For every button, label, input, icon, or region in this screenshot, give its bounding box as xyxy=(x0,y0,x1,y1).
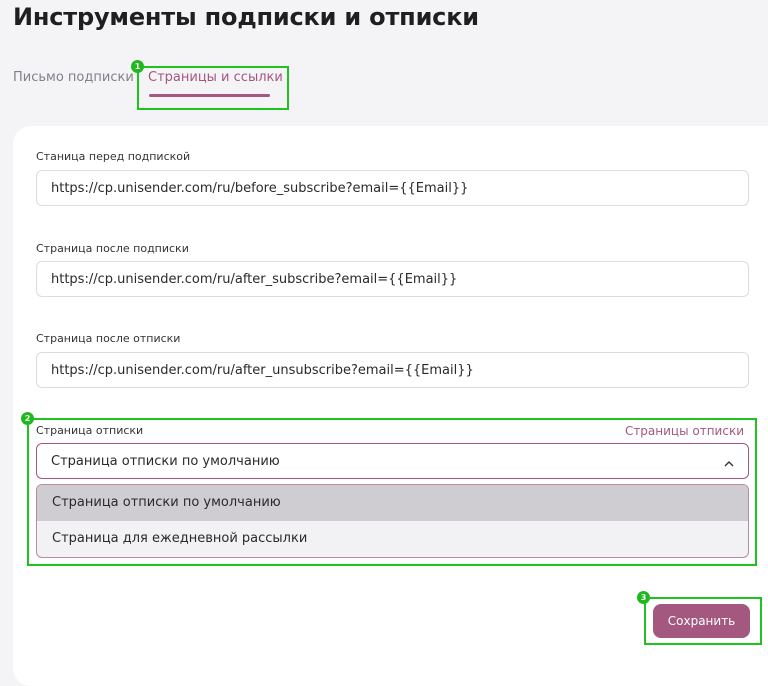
highlight-box-save xyxy=(644,597,762,645)
after-unsubscribe-label: Страница после отписки xyxy=(36,332,181,345)
after-subscribe-input[interactable] xyxy=(36,261,749,297)
tab-subscription-letter[interactable]: Письмо подписки xyxy=(13,70,134,85)
after-unsubscribe-input[interactable] xyxy=(36,352,749,388)
highlight-box-tabs xyxy=(137,66,289,110)
highlight-badge: 3 xyxy=(637,591,650,604)
before-subscribe-input[interactable] xyxy=(36,170,749,206)
highlight-box-select xyxy=(27,418,757,566)
before-subscribe-label: Станица перед подпиской xyxy=(36,150,191,163)
page-title: Инструменты подписки и отписки xyxy=(13,3,479,31)
highlight-badge: 2 xyxy=(21,412,34,425)
after-subscribe-label: Страница после подписки xyxy=(36,242,189,255)
highlight-badge: 1 xyxy=(131,60,144,73)
